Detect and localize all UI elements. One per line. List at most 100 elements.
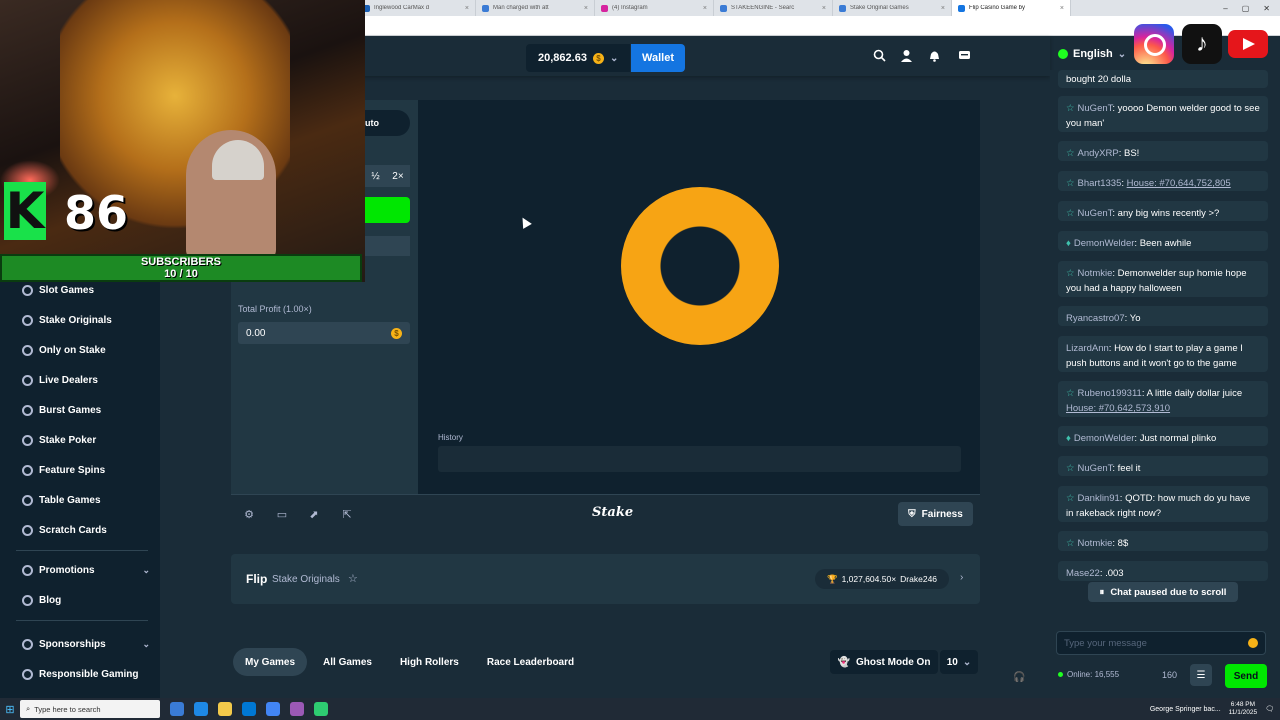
file-explorer-icon[interactable] [218, 702, 232, 716]
sidebar-item[interactable]: Scratch Cards [22, 520, 150, 540]
browser-tab[interactable]: Stake Original Games × [833, 0, 952, 16]
chat-username[interactable]: NuGenT [1078, 208, 1113, 219]
chat-username[interactable]: Bhart1335 [1078, 178, 1122, 189]
tab-close-icon[interactable]: × [584, 5, 588, 12]
chat-icon[interactable] [956, 47, 972, 63]
sidebar-item-promotions[interactable]: Promotions ⌄ [22, 560, 150, 580]
coin-icon: $ [391, 327, 402, 339]
rows-per-page-select[interactable]: 10 ⌄ [940, 650, 978, 674]
fairness-button[interactable]: ⛨ Fairness [898, 502, 973, 526]
chat-username[interactable]: Notmkie [1078, 538, 1113, 549]
app-icon[interactable] [314, 702, 328, 716]
taskbar-search[interactable]: ⌕ Type here to search [20, 700, 160, 718]
chat-rules-button[interactable]: ☰ [1190, 664, 1212, 686]
chat-message: ☆ Danklin91: QOTD: how much do yu have in… [1058, 486, 1268, 522]
popout-icon[interactable]: ⇱ [340, 507, 354, 521]
chat-bet-link[interactable]: House: #70,644,752,805 [1127, 178, 1231, 189]
minimize-icon[interactable]: – [1223, 4, 1227, 13]
tab-my-games[interactable]: My Games [233, 648, 308, 676]
tab-all-games[interactable]: All Games [311, 648, 384, 676]
settings-icon[interactable]: ⚙ [242, 507, 256, 521]
tab-race-leaderboard[interactable]: Race Leaderboard [475, 648, 586, 676]
theatre-mode-icon[interactable]: ▭ [275, 507, 289, 521]
tab-high-rollers[interactable]: High Rollers [388, 648, 471, 676]
sidebar-item[interactable]: Only on Stake [22, 340, 150, 360]
chat-input[interactable] [1056, 631, 1266, 655]
ghost-mode-toggle[interactable]: 👻 Ghost Mode On [830, 650, 938, 674]
mail-icon[interactable] [242, 702, 256, 716]
tab-close-icon[interactable]: × [465, 5, 469, 12]
vip-star-icon: ☆ [1066, 103, 1075, 114]
chat-username[interactable]: AndyXRP [1078, 148, 1119, 159]
chevron-right-icon[interactable]: › [960, 572, 963, 583]
tab-close-icon[interactable]: × [703, 5, 707, 12]
sidebar-item[interactable]: Slot Games [22, 280, 150, 300]
browser-tab[interactable]: Man charged with att × [476, 0, 595, 16]
chat-paused-notice[interactable]: ⏸ Chat paused due to scroll [1088, 582, 1238, 602]
sidebar-item[interactable]: Stake Originals [22, 310, 150, 330]
emoji-icon[interactable] [1248, 638, 1258, 648]
chat-bet-link[interactable]: House: #70,642,573,910 [1066, 403, 1170, 414]
chat-username[interactable]: Danklin91 [1078, 493, 1120, 504]
favorite-star-icon[interactable]: ☆ [348, 572, 358, 585]
chat-username[interactable]: Notmkie [1078, 268, 1113, 279]
support-headset-icon[interactable]: 🎧 [1013, 672, 1027, 686]
stats-icon[interactable]: ⬈ [307, 507, 321, 521]
slot-icon [22, 284, 33, 296]
edge-icon[interactable] [194, 702, 208, 716]
chat-username[interactable]: Rubeno199311 [1078, 388, 1142, 399]
browser-tab[interactable]: Flip Casino Game by × [952, 0, 1071, 16]
chat-message: LizardAnn: How do I start to play a game… [1058, 336, 1268, 372]
globe-icon [1058, 49, 1068, 59]
sidebar-item[interactable]: Feature Spins [22, 460, 150, 480]
browser-tab[interactable]: STAKEENGINE - Searc × [714, 0, 833, 16]
chat-username[interactable]: DemonWelder [1074, 238, 1135, 249]
task-view-icon[interactable] [170, 702, 184, 716]
language-selector[interactable]: English ⌄ [1058, 48, 1126, 60]
search-icon[interactable] [871, 47, 887, 63]
bet-button[interactable] [365, 197, 410, 223]
balance-display[interactable]: 20,862.63 $ ⌄ [526, 44, 630, 72]
browser-tab[interactable]: (4) Instagram × [595, 0, 714, 16]
notification-icon[interactable] [926, 47, 942, 63]
send-button[interactable]: Send [1225, 664, 1267, 688]
record-badge[interactable]: 🏆 1,027,604.50× Drake246 [815, 569, 949, 589]
chat-username[interactable]: LizardAnn [1066, 343, 1109, 354]
clock[interactable]: 6:48 PM 11/1/2025 [1229, 701, 1257, 717]
tab-auto[interactable]: uto [365, 110, 410, 136]
browser-tab[interactable]: Inglewood CarMax d × [357, 0, 476, 16]
tab-close-icon[interactable]: × [1060, 5, 1064, 12]
tab-close-icon[interactable]: × [941, 5, 945, 12]
chat-message: ♦ DemonWelder: Just normal plinko [1058, 426, 1268, 446]
sidebar-item-blog[interactable]: Blog [22, 590, 150, 610]
chat-username[interactable]: DemonWelder [1074, 433, 1135, 444]
bet-option-row[interactable] [365, 236, 410, 256]
obs-icon[interactable] [290, 702, 304, 716]
sidebar-item[interactable]: Burst Games [22, 400, 150, 420]
chat-username[interactable]: NuGenT [1078, 463, 1113, 474]
wallet-button[interactable]: Wallet [631, 44, 685, 72]
close-icon[interactable]: ✕ [1263, 4, 1270, 13]
sidebar-item-sponsorships[interactable]: Sponsorships ⌄ [22, 634, 150, 654]
news-ticker[interactable]: George Springer bac... [1150, 706, 1221, 713]
sidebar-item[interactable]: Stake Poker [22, 430, 150, 450]
sidebar-item[interactable]: Live Dealers [22, 370, 150, 390]
chat-message-field[interactable] [1064, 637, 1244, 649]
maximize-icon[interactable]: ▢ [1242, 4, 1250, 13]
browser-tab-label: Inglewood CarMax d [374, 5, 430, 11]
half-bet-button[interactable]: ½ [371, 171, 379, 182]
sidebar-item-responsible-gaming[interactable]: Responsible Gaming [22, 664, 150, 684]
tab-close-icon[interactable]: × [822, 5, 826, 12]
game-provider[interactable]: Stake Originals [272, 574, 340, 585]
stake-logo: Stake [592, 505, 634, 520]
chat-username[interactable]: Ryancastro07 [1066, 313, 1125, 324]
double-bet-button[interactable]: 2× [392, 171, 403, 182]
sidebar-item[interactable]: Table Games [22, 490, 150, 510]
notifications-icon[interactable]: 🗨 [1265, 705, 1274, 713]
chat-message: Ryancastro07: Yo [1058, 306, 1268, 326]
windows-start-icon[interactable]: ⊞ [0, 698, 20, 720]
chrome-icon[interactable] [266, 702, 280, 716]
chat-username[interactable]: Mase22 [1066, 568, 1100, 579]
chat-username[interactable]: NuGenT [1078, 103, 1113, 114]
user-icon[interactable] [898, 47, 914, 63]
